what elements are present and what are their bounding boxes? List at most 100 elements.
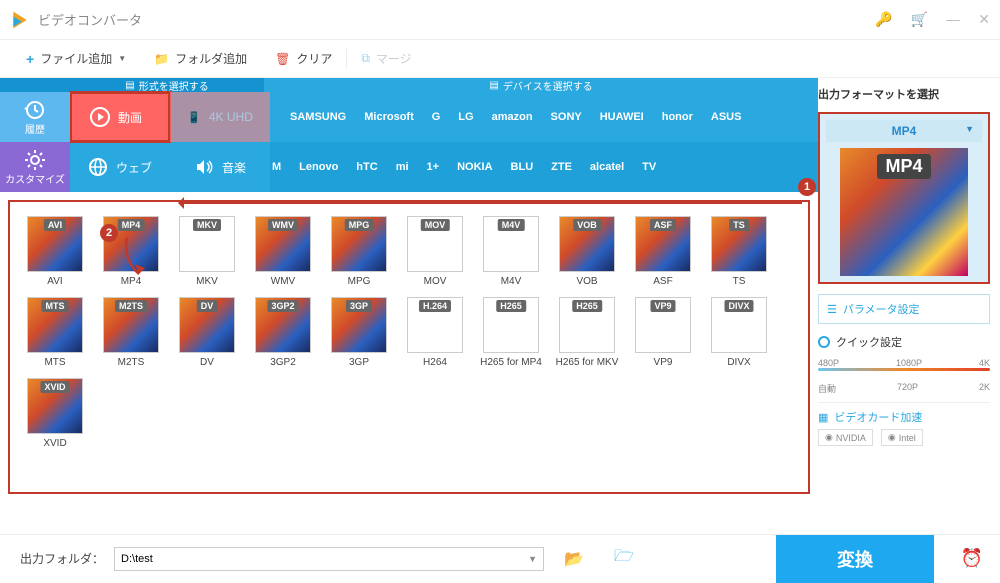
customize-tab[interactable]: カスタマイズ bbox=[0, 142, 70, 192]
brand-Microsoft[interactable]: Microsoft bbox=[364, 111, 414, 123]
format-mpg[interactable]: MPGMPG bbox=[326, 216, 392, 287]
plus-icon: + bbox=[26, 51, 34, 67]
format-mts[interactable]: MTSMTS bbox=[22, 297, 88, 368]
format-vp9[interactable]: VP9VP9 bbox=[630, 297, 696, 368]
toolbar: + ファイル追加 ▼ 📁 フォルダ追加 🗑 クリア ⧉ マージ bbox=[0, 40, 1000, 78]
quick-settings-title: クイック設定 bbox=[818, 334, 990, 350]
format-h265-for-mkv[interactable]: H265H265 for MKV bbox=[554, 297, 620, 368]
brand-BLU[interactable]: BLU bbox=[511, 161, 534, 173]
brand-mi[interactable]: mi bbox=[396, 161, 409, 173]
format-badge: MPG bbox=[345, 219, 374, 231]
brand-rows: 動画 📱 4K UHD ウェブ 音楽 bbox=[0, 92, 818, 192]
bottom-bar: 出力フォルダ： D:\test ▼ 📂 🗁 変換 ⏰ bbox=[0, 534, 1000, 582]
brand-row-2: M Lenovo hTC mi 1+ NOKIA BLU ZTE alcatel TV bbox=[0, 142, 818, 192]
format-3gp[interactable]: 3GP3GP bbox=[326, 297, 392, 368]
format-divx[interactable]: DIVX DIVX bbox=[706, 297, 772, 368]
format-badge: H265 bbox=[572, 300, 602, 312]
annotation-arrow-1 bbox=[182, 202, 802, 204]
brand-TV[interactable]: TV bbox=[642, 161, 656, 173]
gpu-accel-title[interactable]: ▦ ビデオカード加速 bbox=[818, 409, 990, 425]
brand-NOKIA[interactable]: NOKIA bbox=[457, 161, 492, 173]
brand-alcatel[interactable]: alcatel bbox=[590, 161, 624, 173]
open-folder-button[interactable]: 📂 bbox=[554, 549, 594, 569]
brand-ZTE[interactable]: ZTE bbox=[551, 161, 572, 173]
format-badge: DV bbox=[197, 300, 218, 312]
format-thumb: MOV bbox=[407, 216, 463, 272]
format-avi[interactable]: AVIAVI bbox=[22, 216, 88, 287]
brand-hTC[interactable]: hTC bbox=[356, 161, 377, 173]
brand-LG[interactable]: LG bbox=[458, 111, 473, 123]
output-format-select[interactable]: MP4 bbox=[826, 120, 982, 142]
convert-button[interactable]: 変換 bbox=[776, 535, 934, 583]
history-label: 履歴 bbox=[25, 121, 45, 136]
format-wmv[interactable]: WMVWMV bbox=[250, 216, 316, 287]
format-mov[interactable]: MOVMOV bbox=[402, 216, 468, 287]
trash-icon: 🗑 bbox=[275, 52, 290, 66]
format-h265-for-mp4[interactable]: H265H265 for MP4 bbox=[478, 297, 544, 368]
format-thumb: MPG bbox=[331, 216, 387, 272]
brand-M[interactable]: M bbox=[272, 161, 281, 173]
history-icon bbox=[24, 99, 46, 121]
format-thumb: ASF bbox=[635, 216, 691, 272]
minimize-icon[interactable]: — bbox=[946, 11, 960, 28]
history-tab[interactable]: 履歴 bbox=[0, 92, 70, 142]
brand-ASUS[interactable]: ASUS bbox=[711, 111, 742, 123]
close-icon[interactable]: ✕ bbox=[978, 11, 990, 28]
brand-1+[interactable]: 1+ bbox=[427, 161, 440, 173]
format-label: H265 for MP4 bbox=[480, 357, 542, 368]
format-m4v[interactable]: M4VM4V bbox=[478, 216, 544, 287]
quality-mark: 480P bbox=[818, 358, 839, 368]
format-tab-header[interactable]: ▤ 形式を選択する bbox=[0, 78, 264, 92]
format-dv[interactable]: DVDV bbox=[174, 297, 240, 368]
format-ts[interactable]: TSTS bbox=[706, 216, 772, 287]
format-label: H264 bbox=[423, 357, 447, 368]
brand-G[interactable]: G bbox=[432, 111, 441, 123]
brand-HUAWEI[interactable]: HUAWEI bbox=[600, 111, 644, 123]
output-format-title: 出力フォーマットを選択 bbox=[818, 86, 990, 102]
format-badge: VOB bbox=[573, 219, 601, 231]
quality-slider[interactable]: 480P1080P4K 自動720P2K bbox=[818, 360, 990, 392]
gpu-accel-box: ▦ ビデオカード加速 ◉NVIDIA ◉Intel bbox=[818, 402, 990, 446]
format-label: AVI bbox=[47, 276, 62, 287]
format-label: TS bbox=[733, 276, 746, 287]
format-badge: M2TS bbox=[115, 300, 147, 312]
format-mkv[interactable]: MKVMKV bbox=[174, 216, 240, 287]
right-panel: 出力フォーマットを選択 MP4 MP4 ☰ パラメータ設定 クイック設定 480… bbox=[818, 78, 1000, 534]
gpu-intel[interactable]: ◉Intel bbox=[881, 429, 923, 446]
output-preview: MP4 bbox=[840, 148, 968, 276]
format-vob[interactable]: VOBVOB bbox=[554, 216, 620, 287]
format-thumb: VOB bbox=[559, 216, 615, 272]
add-folder-button[interactable]: 📁 フォルダ追加 bbox=[140, 50, 261, 67]
brand-SONY[interactable]: SONY bbox=[551, 111, 582, 123]
chevron-down-icon: ▼ bbox=[528, 554, 537, 564]
key-icon[interactable]: 🔑 bbox=[875, 11, 892, 28]
output-folder-label: 出力フォルダ： bbox=[20, 550, 104, 567]
quality-mark: 720P bbox=[897, 382, 918, 395]
format-thumb: MTS bbox=[27, 297, 83, 353]
format-asf[interactable]: ASFASF bbox=[630, 216, 696, 287]
brand-Lenovo[interactable]: Lenovo bbox=[299, 161, 338, 173]
clear-button[interactable]: 🗑 クリア bbox=[261, 50, 346, 67]
parameter-settings-button[interactable]: ☰ パラメータ設定 bbox=[818, 294, 990, 324]
format-h264[interactable]: H.264H264 bbox=[402, 297, 468, 368]
add-file-button[interactable]: + ファイル追加 ▼ bbox=[12, 50, 140, 67]
clear-label: クリア bbox=[296, 50, 332, 67]
cart-icon[interactable]: 🛒 bbox=[911, 11, 928, 28]
brand-amazon[interactable]: amazon bbox=[492, 111, 533, 123]
browse-output-button[interactable]: 🗁 bbox=[604, 545, 644, 572]
brand-honor[interactable]: honor bbox=[662, 111, 693, 123]
schedule-button[interactable]: ⏰ bbox=[944, 535, 1000, 583]
brand-SAMSUNG[interactable]: SAMSUNG bbox=[290, 111, 346, 123]
gpu-nvidia[interactable]: ◉NVIDIA bbox=[818, 429, 873, 446]
format-xvid[interactable]: XVIDXVID bbox=[22, 378, 88, 449]
merge-button[interactable]: ⧉ マージ bbox=[347, 50, 425, 67]
format-label: DIVX bbox=[727, 357, 750, 368]
format-3gp2[interactable]: 3GP23GP2 bbox=[250, 297, 316, 368]
output-folder-select[interactable]: D:\test ▼ bbox=[114, 547, 544, 571]
format-badge: MTS bbox=[42, 300, 69, 312]
format-thumb: DIVX bbox=[711, 297, 767, 353]
format-m2ts[interactable]: M2TSM2TS bbox=[98, 297, 164, 368]
device-tab-header[interactable]: ▤ デバイスを選択する bbox=[264, 78, 818, 92]
format-label: 3GP bbox=[349, 357, 369, 368]
format-badge: 3GP2 bbox=[267, 300, 298, 312]
